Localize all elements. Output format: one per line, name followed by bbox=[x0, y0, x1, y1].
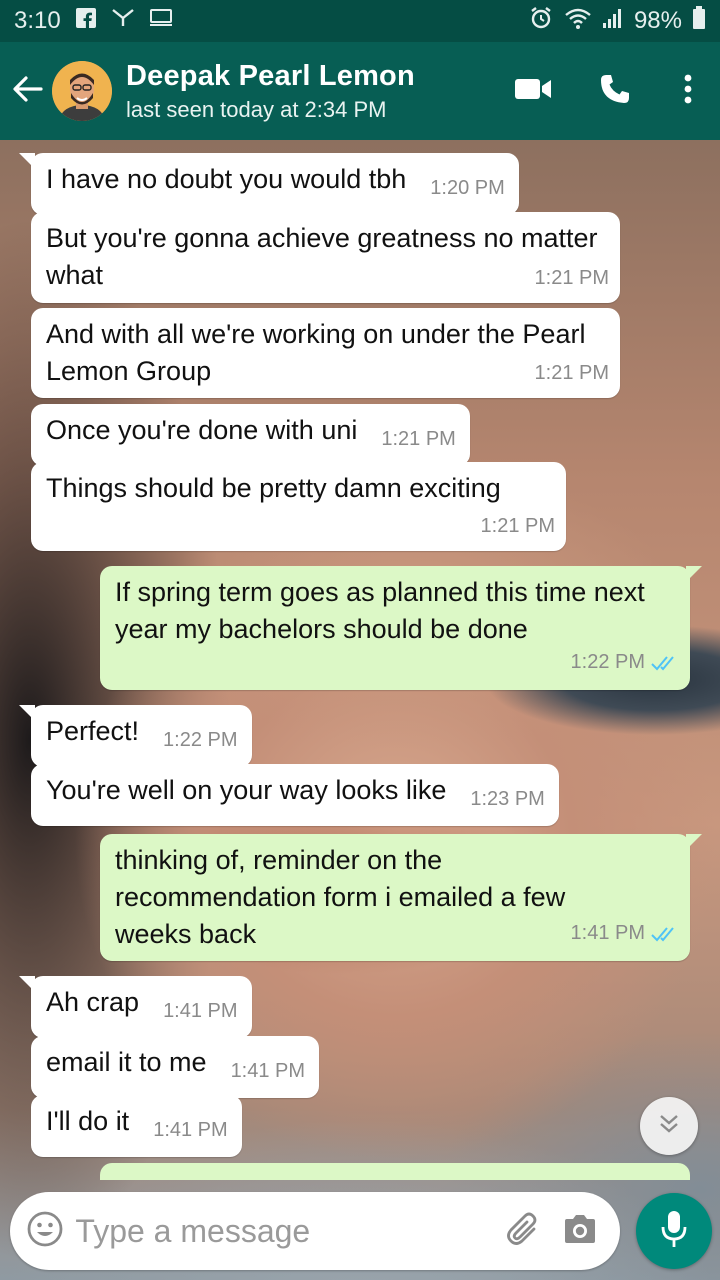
message-incoming[interactable]: Perfect! 1:22 PM bbox=[19, 705, 252, 767]
facebook-icon bbox=[75, 7, 97, 36]
status-time: 3:10 bbox=[14, 7, 61, 34]
message-incoming[interactable]: You're well on your way looks like 1:23 P… bbox=[31, 764, 559, 826]
screen-icon bbox=[149, 7, 173, 35]
message-time: 1:21 PM bbox=[534, 362, 609, 384]
contact-info[interactable]: Deepak Pearl Lemon last seen today at 2:… bbox=[126, 60, 415, 123]
attach-button[interactable] bbox=[495, 1192, 551, 1270]
message-outgoing-partial[interactable] bbox=[100, 1163, 690, 1180]
emoji-button[interactable] bbox=[14, 1192, 75, 1270]
message-time: 1:41 PM bbox=[571, 915, 679, 955]
wifi-icon bbox=[564, 6, 592, 37]
camera-button[interactable] bbox=[552, 1192, 608, 1270]
message-incoming[interactable]: Ah crap 1:41 PM bbox=[19, 976, 252, 1038]
message-time: 1:21 PM bbox=[534, 267, 609, 289]
message-outgoing[interactable]: thinking of, reminder on the recommendat… bbox=[100, 834, 702, 961]
message-incoming[interactable]: Things should be pretty damn exciting 1:… bbox=[31, 462, 566, 551]
signal-icon bbox=[602, 7, 624, 36]
alarm-icon bbox=[528, 5, 554, 38]
video-call-icon bbox=[514, 77, 552, 106]
message-time: 1:22 PM bbox=[571, 644, 679, 684]
message-time: 1:21 PM bbox=[480, 515, 555, 537]
emoji-icon bbox=[26, 1210, 64, 1253]
contact-name: Deepak Pearl Lemon bbox=[126, 59, 415, 92]
message-incoming[interactable]: But you're gonna achieve greatness no ma… bbox=[31, 212, 620, 303]
chat-header: Deepak Pearl Lemon last seen today at 2:… bbox=[0, 42, 720, 140]
status-bar: 3:10 98% bbox=[0, 0, 720, 42]
back-button[interactable] bbox=[4, 42, 52, 140]
message-time: 1:21 PM bbox=[381, 428, 456, 450]
camera-icon bbox=[562, 1213, 598, 1250]
paperclip-icon bbox=[505, 1210, 543, 1253]
last-seen: last seen today at 2:34 PM bbox=[126, 96, 387, 122]
battery-icon bbox=[692, 5, 706, 37]
cast-icon bbox=[111, 7, 135, 35]
read-ticks-icon bbox=[651, 918, 679, 955]
double-chevron-down-icon bbox=[656, 1112, 682, 1141]
message-time: 1:22 PM bbox=[163, 729, 238, 751]
message-incoming[interactable]: I'll do it 1:41 PM bbox=[31, 1095, 242, 1157]
message-incoming[interactable]: I have no doubt you would tbh 1:20 PM bbox=[19, 153, 519, 215]
more-options-button[interactable] bbox=[656, 42, 720, 140]
message-time: 1:41 PM bbox=[153, 1119, 228, 1141]
voice-call-button[interactable] bbox=[574, 42, 656, 140]
read-ticks-icon bbox=[651, 647, 679, 684]
message-time: 1:20 PM bbox=[430, 177, 505, 199]
mic-icon bbox=[660, 1209, 688, 1254]
phone-icon bbox=[599, 73, 631, 110]
message-incoming[interactable]: Once you're done with uni 1:21 PM bbox=[31, 404, 470, 466]
message-list: I have no doubt you would tbh 1:20 PM But… bbox=[0, 140, 720, 1180]
scroll-to-bottom-button[interactable] bbox=[640, 1097, 698, 1155]
message-composer bbox=[10, 1192, 620, 1270]
battery-percent: 98% bbox=[633, 7, 682, 34]
more-vertical-icon bbox=[683, 74, 693, 109]
message-outgoing[interactable]: If spring term goes as planned this time… bbox=[100, 566, 702, 690]
message-input[interactable] bbox=[75, 1212, 496, 1250]
message-time: 1:41 PM bbox=[230, 1060, 306, 1082]
voice-message-button[interactable] bbox=[636, 1193, 712, 1269]
message-time: 1:23 PM bbox=[470, 788, 545, 810]
arrow-left-icon bbox=[11, 74, 45, 109]
video-call-button[interactable] bbox=[492, 42, 574, 140]
message-incoming[interactable]: email it to me 1:41 PM bbox=[31, 1036, 320, 1098]
message-time: 1:41 PM bbox=[163, 1000, 238, 1022]
avatar[interactable] bbox=[52, 61, 112, 121]
message-incoming[interactable]: And with all we're working on under the … bbox=[31, 308, 620, 398]
